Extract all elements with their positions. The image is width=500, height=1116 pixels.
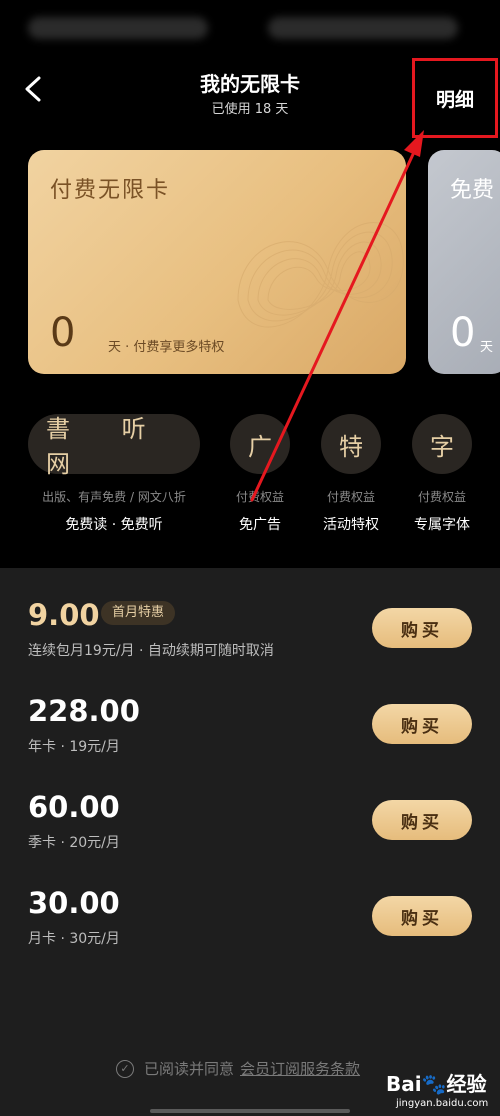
free-unlimited-card[interactable]: 免费 0 天 <box>428 150 500 374</box>
benefit-no-ads-name: 免广告 <box>239 517 281 533</box>
home-indicator[interactable] <box>150 1109 350 1113</box>
free-card-title: 免费 <box>450 178 495 203</box>
status-bar-blurred-left <box>28 17 208 39</box>
baidu-jingyan-watermark: Bai🐾经验 jingyan.baidu.com <box>384 1066 500 1116</box>
benefit-read-listen-icon[interactable]: 書 听 网 <box>28 414 200 478</box>
watermark-logo: Bai🐾经验 <box>386 1072 487 1096</box>
plan-price: 60.00 <box>28 790 120 824</box>
benefit-no-ads-glyph: 广 <box>248 432 272 461</box>
plan-price: 228.00 <box>28 694 140 728</box>
benefit-exclusive-font-name: 专属字体 <box>414 517 470 533</box>
card-infinity-decoration <box>237 222 404 328</box>
buy-button[interactable]: 购买 <box>372 896 472 936</box>
status-bar <box>0 0 500 56</box>
buy-button[interactable]: 购买 <box>372 800 472 840</box>
benefit-read-listen-sub: 出版、有声免费 / 网文八折 <box>42 490 186 504</box>
benefit-event-privilege-icon[interactable]: 特 <box>321 414 381 474</box>
terms-link[interactable]: 会员订阅服务条款 <box>240 1058 360 1079</box>
buy-button[interactable]: 购买 <box>372 608 472 648</box>
plan-item-yearly: 228.00 年卡 · 19元/月 购买 <box>0 664 500 760</box>
paid-unlimited-card[interactable]: 付费无限卡 0 天 · 付费享更多特权 <box>28 150 406 374</box>
agreement-row: ✓ 已阅读并同意 会员订阅服务条款 <box>116 1058 360 1079</box>
benefit-event-privilege-sub: 付费权益 <box>326 490 375 504</box>
plan-item-quarterly: 60.00 季卡 · 20元/月 购买 <box>0 760 500 856</box>
benefit-exclusive-font-glyph: 字 <box>430 432 454 461</box>
plan-price: 30.00 <box>28 886 120 920</box>
benefit-read-listen-text: 書 听 网 <box>46 415 168 478</box>
benefit-no-ads-sub: 付费权益 <box>235 490 284 504</box>
agree-checkbox-icon[interactable]: ✓ <box>116 1059 134 1078</box>
free-card-days: 0 <box>450 310 476 356</box>
benefit-event-privilege-glyph: 特 <box>339 432 363 461</box>
buy-button[interactable]: 购买 <box>372 704 472 744</box>
watermark-url: jingyan.baidu.com <box>396 1098 489 1109</box>
free-card-unit: 天 <box>480 340 494 355</box>
status-bar-blurred-right <box>268 17 458 39</box>
plan-description: 季卡 · 20元/月 <box>28 835 120 851</box>
plan-price: 9.00 <box>28 598 100 632</box>
header: 我的无限卡 已使用 18 天 明细 <box>0 56 500 138</box>
agreement-text: 已阅读并同意 <box>144 1060 235 1078</box>
paid-card-description: 天 · 付费享更多特权 <box>108 340 225 355</box>
plan-item-monthly-auto: 9.00 首月特惠 连续包月19元/月 · 自动续期可随时取消 购买 <box>0 568 500 664</box>
plan-list: 9.00 首月特惠 连续包月19元/月 · 自动续期可随时取消 购买 228.0… <box>0 568 500 1116</box>
benefit-no-ads-icon[interactable]: 广 <box>230 414 290 474</box>
plan-description: 月卡 · 30元/月 <box>28 931 120 947</box>
plan-description: 连续包月19元/月 · 自动续期可随时取消 <box>28 643 274 659</box>
paid-card-title: 付费无限卡 <box>50 178 171 203</box>
benefit-read-listen-name: 免费读 · 免费听 <box>65 517 163 533</box>
paid-card-days: 0 <box>50 310 76 356</box>
benefit-event-privilege-name: 活动特权 <box>323 517 379 533</box>
benefit-exclusive-font-sub: 付费权益 <box>417 490 466 504</box>
first-month-badge: 首月特惠 <box>101 601 176 625</box>
detail-button[interactable]: 明细 <box>412 58 498 138</box>
plan-item-monthly: 30.00 月卡 · 30元/月 购买 <box>0 856 500 952</box>
plan-description: 年卡 · 19元/月 <box>28 739 120 755</box>
benefit-exclusive-font-icon[interactable]: 字 <box>412 414 472 474</box>
